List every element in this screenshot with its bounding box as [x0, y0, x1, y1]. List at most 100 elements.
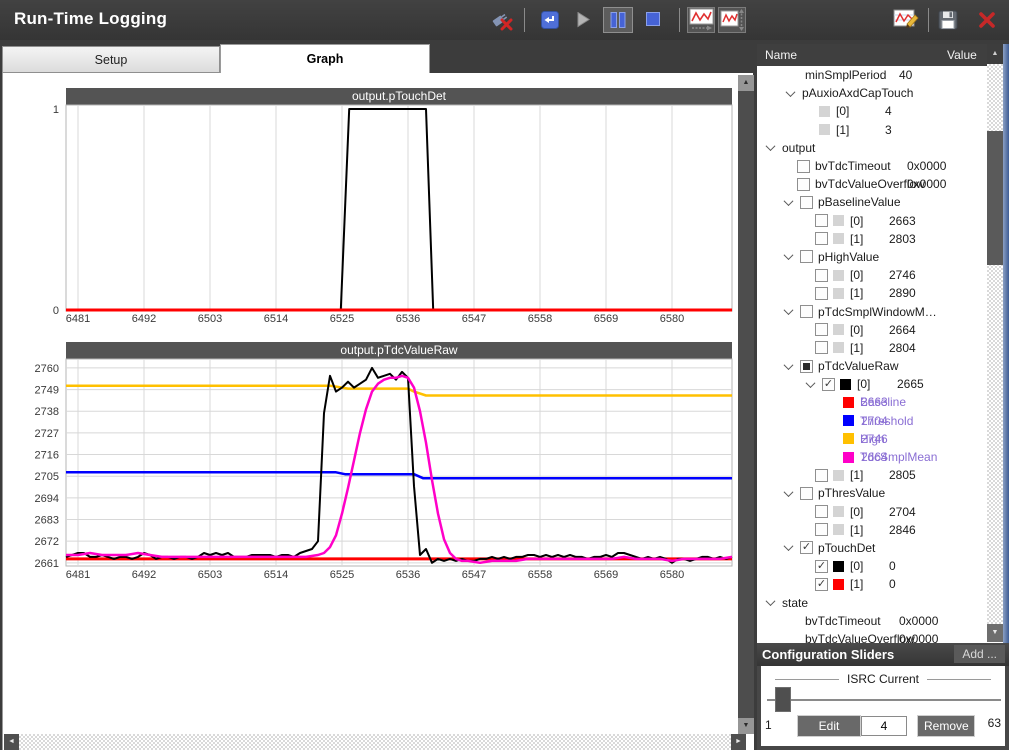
play-icon[interactable] [577, 12, 591, 33]
tree-checkbox[interactable] [815, 287, 828, 300]
chevron-down-icon[interactable] [784, 542, 794, 552]
pause-button[interactable] [603, 7, 633, 33]
tree-row[interactable]: state [757, 593, 987, 611]
scroll-right-icon[interactable]: ► [731, 734, 746, 750]
chart-window-icon[interactable] [718, 7, 746, 33]
tree-checkbox[interactable]: ✓ [822, 378, 835, 391]
tree-label: [0] [850, 505, 863, 519]
edit-graph-icon[interactable] [893, 8, 920, 37]
tree-row[interactable]: TdcSmplMean2664 [757, 448, 987, 466]
stop-icon[interactable] [646, 12, 661, 32]
tree-checkbox[interactable] [815, 505, 828, 518]
tree-row[interactable]: [0]2704 [757, 503, 987, 521]
tree-row[interactable]: ✓pTouchDet [757, 539, 987, 557]
tree-row[interactable]: Baseline2663 [757, 393, 987, 411]
tree-label: pTdcSmplWindowM… [818, 305, 937, 319]
scroll-up-icon[interactable]: ▲ [738, 75, 754, 91]
tree-row[interactable]: [0]4 [757, 102, 987, 120]
tab-graph[interactable]: Graph [220, 44, 430, 73]
tree-row[interactable]: ✓[0]2665 [757, 375, 987, 393]
tree-row[interactable]: pThresValue [757, 484, 987, 502]
svg-text:1: 1 [53, 104, 59, 116]
tree-row[interactable]: pBaselineValue [757, 193, 987, 211]
chevron-down-icon[interactable] [786, 87, 796, 97]
tree-row[interactable]: bvTdcValueOverflow0x0000 [757, 175, 987, 193]
tree-checkbox[interactable] [815, 523, 828, 536]
tree-row[interactable]: pHighValue [757, 248, 987, 266]
tab-setup[interactable]: Setup [2, 46, 220, 73]
tree-checkbox[interactable]: ✓ [815, 578, 828, 591]
scroll-down-icon[interactable]: ▼ [987, 624, 1003, 642]
tree-checkbox[interactable] [815, 323, 828, 336]
chevron-down-icon[interactable] [784, 305, 794, 315]
scroll-up-icon[interactable]: ▲ [987, 44, 1003, 64]
tree-row[interactable]: [1]2846 [757, 521, 987, 539]
graph-vertical-scrollbar[interactable]: ▲ ▼ [738, 75, 754, 734]
series-color-swatch [840, 379, 851, 390]
tree-checkbox[interactable] [815, 469, 828, 482]
tree-checkbox[interactable] [800, 487, 813, 500]
tree-row[interactable]: bvTdcTimeout0x0000 [757, 157, 987, 175]
tree-row[interactable]: [0]2663 [757, 212, 987, 230]
isrc-slider-track[interactable] [767, 699, 1001, 701]
slider-value-input[interactable] [861, 716, 907, 736]
chevron-down-icon[interactable] [784, 251, 794, 261]
column-name[interactable]: Name [765, 48, 797, 62]
tree-row[interactable]: ✓[0]0 [757, 557, 987, 575]
chevron-down-icon[interactable] [784, 487, 794, 497]
tree-row[interactable]: output [757, 139, 987, 157]
remove-button[interactable]: Remove [917, 715, 975, 737]
tree-checkbox[interactable] [800, 250, 813, 263]
tree-row[interactable]: pTdcSmplWindowM… [757, 302, 987, 320]
disconnect-icon[interactable] [489, 7, 515, 38]
chevron-down-icon[interactable] [766, 596, 776, 606]
tree-row[interactable]: [0]2746 [757, 266, 987, 284]
save-icon[interactable] [937, 9, 959, 36]
tree-row[interactable]: bvTdcValueOverflow0x0000 [757, 630, 987, 643]
tree-row[interactable]: [1]2890 [757, 284, 987, 302]
isrc-slider-thumb[interactable] [775, 687, 791, 712]
tree-row[interactable]: [1]2803 [757, 230, 987, 248]
tree-row[interactable]: High2746 [757, 430, 987, 448]
legend-line [775, 679, 839, 680]
edit-button[interactable]: Edit [797, 715, 861, 737]
tree-checkbox[interactable]: ✓ [815, 560, 828, 573]
tree-checkbox[interactable] [815, 269, 828, 282]
chevron-down-icon[interactable] [784, 360, 794, 370]
scroll-down-icon[interactable]: ▼ [738, 718, 754, 734]
tree-row[interactable]: pTdcValueRaw [757, 357, 987, 375]
tree-checkbox[interactable] [800, 305, 813, 318]
chevron-down-icon[interactable] [784, 196, 794, 206]
tree-row[interactable]: pAuxioAxdCapTouch [757, 84, 987, 102]
tree-checkbox[interactable]: ✓ [800, 541, 813, 554]
tree-row[interactable]: ✓[1]0 [757, 575, 987, 593]
add-slider-button[interactable]: Add ... [954, 645, 1005, 663]
chevron-down-icon[interactable] [766, 141, 776, 151]
tree-scrollbar[interactable]: ▲ ▼ [987, 44, 1003, 642]
tree-row[interactable]: bvTdcTimeout0x0000 [757, 612, 987, 630]
tree-checkbox[interactable] [815, 341, 828, 354]
svg-text:6558: 6558 [528, 313, 552, 325]
tree-checkbox[interactable] [815, 232, 828, 245]
scrollbar-track[interactable] [19, 734, 731, 750]
tree-checkbox[interactable] [797, 178, 810, 191]
tree-checkbox[interactable] [815, 214, 828, 227]
chart-scroll-icon[interactable] [687, 7, 715, 33]
graph-horizontal-scrollbar[interactable]: ◄ ► [4, 734, 746, 750]
chevron-down-icon[interactable] [806, 378, 816, 388]
tree-row[interactable]: [1]2805 [757, 466, 987, 484]
restart-icon[interactable] [541, 11, 559, 34]
tree-row[interactable]: [1]2804 [757, 339, 987, 357]
tree-row[interactable]: [1]3 [757, 121, 987, 139]
scroll-left-icon[interactable]: ◄ [4, 734, 19, 750]
tree-checkbox[interactable] [800, 196, 813, 209]
column-value[interactable]: Value [947, 48, 977, 62]
scrollbar-thumb[interactable] [987, 131, 1003, 265]
close-icon[interactable] [977, 10, 997, 35]
tree-row[interactable]: Threshold2704 [757, 412, 987, 430]
tree-checkbox[interactable] [800, 360, 813, 373]
tree-checkbox[interactable] [797, 160, 810, 173]
tree-row[interactable]: minSmplPeriod40 [757, 66, 987, 84]
svg-text:6503: 6503 [198, 313, 222, 325]
tree-row[interactable]: [0]2664 [757, 321, 987, 339]
